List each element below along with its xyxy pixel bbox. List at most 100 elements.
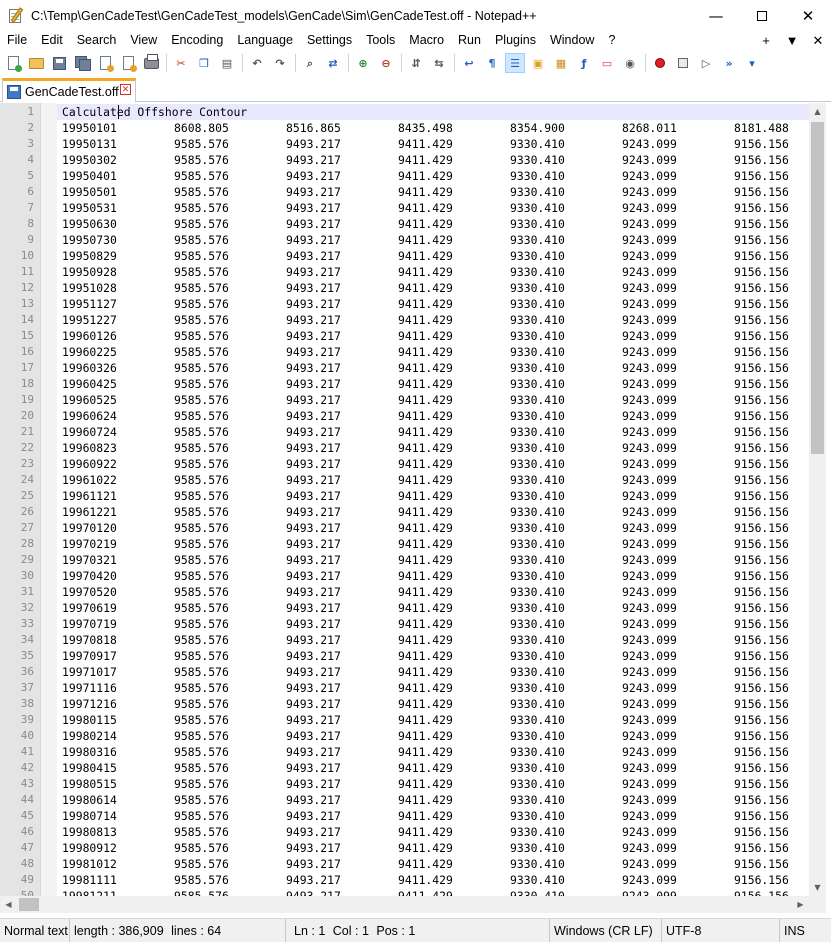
row-value: 9330.410 [510,777,565,791]
udl-icon[interactable]: ▣ [528,53,548,73]
row-date: 19980714 [62,809,117,823]
save-icon[interactable] [49,53,69,73]
save-all-icon[interactable] [72,53,92,73]
menu-plugins[interactable]: Plugins [488,31,543,50]
minimize-button[interactable]: — [693,0,739,31]
editor[interactable]: 1 2 3 4 5 6 7 8 9 10 11 12 13 14 15 16 17 18 19 20 21 22 23 24 2… [0,103,831,896]
horizontal-scrollbar[interactable]: ◀ ▶ [0,896,809,913]
row-date: 19960823 [62,441,117,455]
row-value: 9493.217 [286,137,341,151]
monitoring-icon[interactable]: ◉ [620,53,640,73]
show-all-chars-icon[interactable]: ¶ [482,53,502,73]
status-encoding[interactable]: UTF-8 [662,919,780,942]
close-all-icon[interactable] [118,53,138,73]
run-macro-multiple-icon[interactable]: » [719,53,739,73]
maximize-button[interactable] [739,0,785,31]
menu-file[interactable]: File [0,31,34,50]
menu-help[interactable]: ? [601,31,622,50]
row-date: 19970719 [62,617,117,631]
menu-view[interactable]: View [123,31,164,50]
row-value: 9243.099 [622,889,677,896]
copy-icon[interactable]: ❐ [194,53,214,73]
row-date: 19950401 [62,169,117,183]
menu-run[interactable]: Run [451,31,488,50]
row-value: 9243.099 [622,489,677,503]
menu-settings[interactable]: Settings [300,31,359,50]
row-value: 9493.217 [286,569,341,583]
text-area[interactable]: Calculated Offshore Contour 19950101 8608.… [57,103,809,896]
row-value: 9585.576 [174,569,229,583]
paste-icon[interactable]: ▤ [217,53,237,73]
open-folder-icon[interactable] [26,53,46,73]
doc-map-icon[interactable]: ▦ [551,53,571,73]
redo-icon[interactable]: ↷ [270,53,290,73]
find-icon[interactable]: ⌕ [300,53,320,73]
row-value: 9156.156 [734,281,789,295]
tab-list-button[interactable]: ▼ [779,33,805,48]
row-value: 9493.217 [286,265,341,279]
menu-language[interactable]: Language [230,31,300,50]
row-value: 9330.410 [510,681,565,695]
row-value: 9243.099 [622,185,677,199]
line-number: 26 [20,505,34,518]
row-value: 9585.576 [174,281,229,295]
row-value: 9493.217 [286,665,341,679]
new-tab-button[interactable]: + [753,33,779,48]
row-value: 9585.576 [174,713,229,727]
row-value: 9156.156 [734,873,789,887]
row-value: 9411.429 [398,489,453,503]
menu-macro[interactable]: Macro [402,31,451,50]
tab-close-icon[interactable]: ✕ [120,84,131,95]
row-value: 9156.156 [734,137,789,151]
horizontal-scroll-thumb[interactable] [19,898,39,911]
folder-as-workspace-icon[interactable]: ▭ [597,53,617,73]
menu-edit[interactable]: Edit [34,31,70,50]
tab-gencadetest-off[interactable]: GenCadeTest.off ✕ [2,78,136,102]
play-macro-icon[interactable]: ▷ [696,53,716,73]
row-value: 9585.576 [174,201,229,215]
cut-icon[interactable]: ✂ [171,53,191,73]
indent-guide-icon[interactable]: ☰ [505,53,525,73]
sync-horizontal-icon[interactable]: ⇆ [429,53,449,73]
stop-macro-icon[interactable] [673,53,693,73]
menu-encoding[interactable]: Encoding [164,31,230,50]
menu-window[interactable]: Window [543,31,601,50]
save-macro-icon[interactable]: ▾ [742,53,762,73]
sync-vertical-icon[interactable]: ⇵ [406,53,426,73]
row-value: 9411.429 [398,169,453,183]
vertical-scrollbar[interactable]: ▲ ▼ [809,103,826,896]
line-number: 44 [20,793,34,806]
new-file-icon[interactable] [3,53,23,73]
row-value: 9585.576 [174,537,229,551]
zoom-out-icon[interactable]: ⊖ [376,53,396,73]
undo-icon[interactable]: ↶ [247,53,267,73]
row-value: 9330.410 [510,457,565,471]
close-window-button[interactable]: ✕ [785,0,831,31]
status-eol[interactable]: Windows (CR LF) [550,919,662,942]
row-value: 9585.576 [174,585,229,599]
line-number: 16 [20,345,34,358]
zoom-in-icon[interactable]: ⊕ [353,53,373,73]
function-list-icon[interactable]: ƒ [574,53,594,73]
menu-search[interactable]: Search [70,31,124,50]
row-value: 9330.410 [510,425,565,439]
row-date: 19970619 [62,601,117,615]
close-icon[interactable] [95,53,115,73]
row-value: 9330.410 [510,361,565,375]
row-date: 19960624 [62,409,117,423]
close-tab-button[interactable]: ✕ [805,33,831,49]
record-macro-icon[interactable] [650,53,670,73]
status-insert-mode[interactable]: INS [780,919,831,942]
menu-tools[interactable]: Tools [359,31,402,50]
line-number: 43 [20,777,34,790]
vertical-scroll-thumb[interactable] [811,122,824,454]
scroll-right-icon[interactable]: ▶ [792,896,809,913]
scroll-down-icon[interactable]: ▼ [809,879,826,896]
print-icon[interactable] [141,53,161,73]
row-value: 8354.900 [510,121,565,135]
replace-icon[interactable]: ⇄ [323,53,343,73]
row-value: 9585.576 [174,521,229,535]
scroll-up-icon[interactable]: ▲ [809,103,826,120]
word-wrap-icon[interactable]: ↩ [459,53,479,73]
scroll-left-icon[interactable]: ◀ [0,896,17,913]
